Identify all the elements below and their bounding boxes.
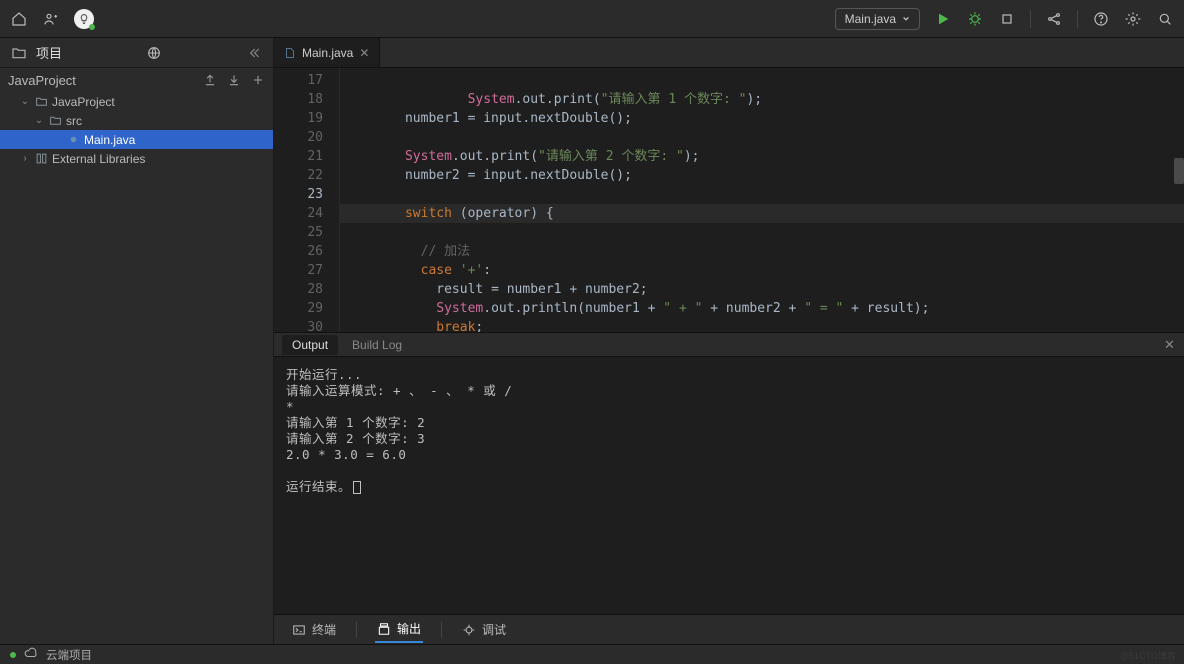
editor-tab-label: Main.java bbox=[302, 46, 353, 60]
code-editor[interactable]: 171819202122232425262728293031 System.ou… bbox=[274, 68, 1184, 332]
chevron-down-icon bbox=[902, 15, 910, 23]
upload-icon[interactable] bbox=[203, 73, 217, 87]
scrollbar-thumb[interactable] bbox=[1174, 158, 1184, 184]
editor-area: Main.java ✕ 1718192021222324252627282930… bbox=[274, 38, 1184, 644]
editor-tab-main[interactable]: Main.java ✕ bbox=[274, 38, 380, 67]
debug-icon bbox=[462, 623, 476, 637]
sidebar: 项目 JavaProject ⌄ JavaProject ⌄ srcMain.java… bbox=[0, 38, 274, 644]
output-content[interactable]: 开始运行... 请输入运算模式: + 、 - 、 * 或 / * 请输入第 1 … bbox=[274, 357, 1184, 614]
tree-label: Main.java bbox=[84, 133, 135, 147]
panel-tabs: Output Build Log ✕ bbox=[274, 333, 1184, 357]
collapse-sidebar-icon[interactable] bbox=[245, 44, 263, 62]
help-icon[interactable] bbox=[1092, 10, 1110, 28]
bottom-tab-debug-label: 调试 bbox=[482, 621, 506, 638]
settings-icon[interactable] bbox=[1124, 10, 1142, 28]
sidebar-header: 项目 bbox=[0, 38, 273, 68]
add-icon[interactable] bbox=[251, 73, 265, 87]
folder-icon bbox=[34, 95, 48, 108]
output-icon bbox=[377, 622, 391, 636]
chevron-icon: ⌄ bbox=[34, 115, 44, 126]
chevron-icon: ⌄ bbox=[20, 96, 30, 107]
tree-label: JavaProject bbox=[52, 95, 115, 109]
separator bbox=[1030, 10, 1031, 28]
status-bar: 云端项目 bbox=[0, 644, 1184, 664]
search-icon[interactable] bbox=[1156, 10, 1174, 28]
panel-close-icon[interactable]: ✕ bbox=[1164, 337, 1176, 353]
output-text: 开始运行... 请输入运算模式: + 、 - 、 * 或 / * 请输入第 1 … bbox=[286, 367, 512, 494]
tree-label: src bbox=[66, 114, 82, 128]
collaborators-icon[interactable] bbox=[42, 10, 60, 28]
java-icon bbox=[66, 134, 80, 145]
close-tab-icon[interactable]: ✕ bbox=[359, 46, 369, 60]
separator bbox=[441, 622, 442, 638]
line-gutter: 171819202122232425262728293031 bbox=[274, 68, 340, 332]
tree-row[interactable]: ⌄ src bbox=[0, 111, 273, 130]
tree-label: External Libraries bbox=[52, 152, 145, 166]
tree-row[interactable]: › External Libraries bbox=[0, 149, 273, 168]
lib-icon bbox=[34, 152, 48, 165]
panel-tab-output[interactable]: Output bbox=[282, 335, 338, 355]
sidebar-title: 项目 bbox=[36, 43, 62, 62]
terminal-cursor bbox=[353, 481, 361, 494]
chevron-icon: › bbox=[20, 153, 30, 164]
web-icon[interactable] bbox=[145, 44, 163, 62]
panel-tab-buildlog[interactable]: Build Log bbox=[342, 335, 412, 355]
tree-row[interactable]: Main.java bbox=[0, 130, 273, 149]
titlebar: Main.java bbox=[0, 0, 1184, 38]
terminal-icon bbox=[292, 623, 306, 637]
bottom-tab-output[interactable]: 输出 bbox=[375, 616, 423, 643]
bottom-tab-terminal[interactable]: 终端 bbox=[290, 617, 338, 642]
output-panel: Output Build Log ✕ 开始运行... 请输入运算模式: + 、 … bbox=[274, 332, 1184, 614]
cloud-icon bbox=[24, 646, 38, 663]
download-icon[interactable] bbox=[227, 73, 241, 87]
bottom-tab-output-label: 输出 bbox=[397, 620, 421, 637]
project-panel-icon[interactable] bbox=[10, 44, 28, 62]
tree-row[interactable]: ⌄ JavaProject bbox=[0, 92, 273, 111]
stop-button[interactable] bbox=[998, 10, 1016, 28]
watermark: @51CTO博客 bbox=[1120, 649, 1176, 662]
bottom-tab-debug[interactable]: 调试 bbox=[460, 617, 508, 642]
run-button[interactable] bbox=[934, 10, 952, 28]
status-indicator bbox=[10, 652, 16, 658]
main-area: 项目 JavaProject ⌄JavaProject⌄srcMain.java… bbox=[0, 38, 1184, 644]
separator bbox=[356, 622, 357, 638]
run-config-selector[interactable]: Main.java bbox=[835, 8, 920, 30]
code-content[interactable]: System.out.print("请输入第 1 个数字: "); number… bbox=[340, 68, 1184, 332]
separator bbox=[1077, 10, 1078, 28]
home-icon[interactable] bbox=[10, 10, 28, 28]
share-icon[interactable] bbox=[1045, 10, 1063, 28]
editor-tabs: Main.java ✕ bbox=[274, 38, 1184, 68]
debug-button[interactable] bbox=[966, 10, 984, 28]
java-file-icon bbox=[284, 47, 296, 59]
bottom-tab-terminal-label: 终端 bbox=[312, 621, 336, 638]
project-tree[interactable]: ⌄ JavaProject ⌄ srcMain.java › External Libra… bbox=[0, 92, 273, 644]
run-config-label: Main.java bbox=[845, 12, 896, 26]
status-cloud-label: 云端项目 bbox=[46, 647, 92, 663]
project-toolbar: JavaProject bbox=[0, 68, 273, 92]
assistant-icon[interactable] bbox=[74, 9, 94, 29]
bottom-bar: 终端 输出 调试 bbox=[274, 614, 1184, 644]
folder-icon bbox=[48, 114, 62, 127]
project-name: JavaProject bbox=[8, 73, 76, 88]
